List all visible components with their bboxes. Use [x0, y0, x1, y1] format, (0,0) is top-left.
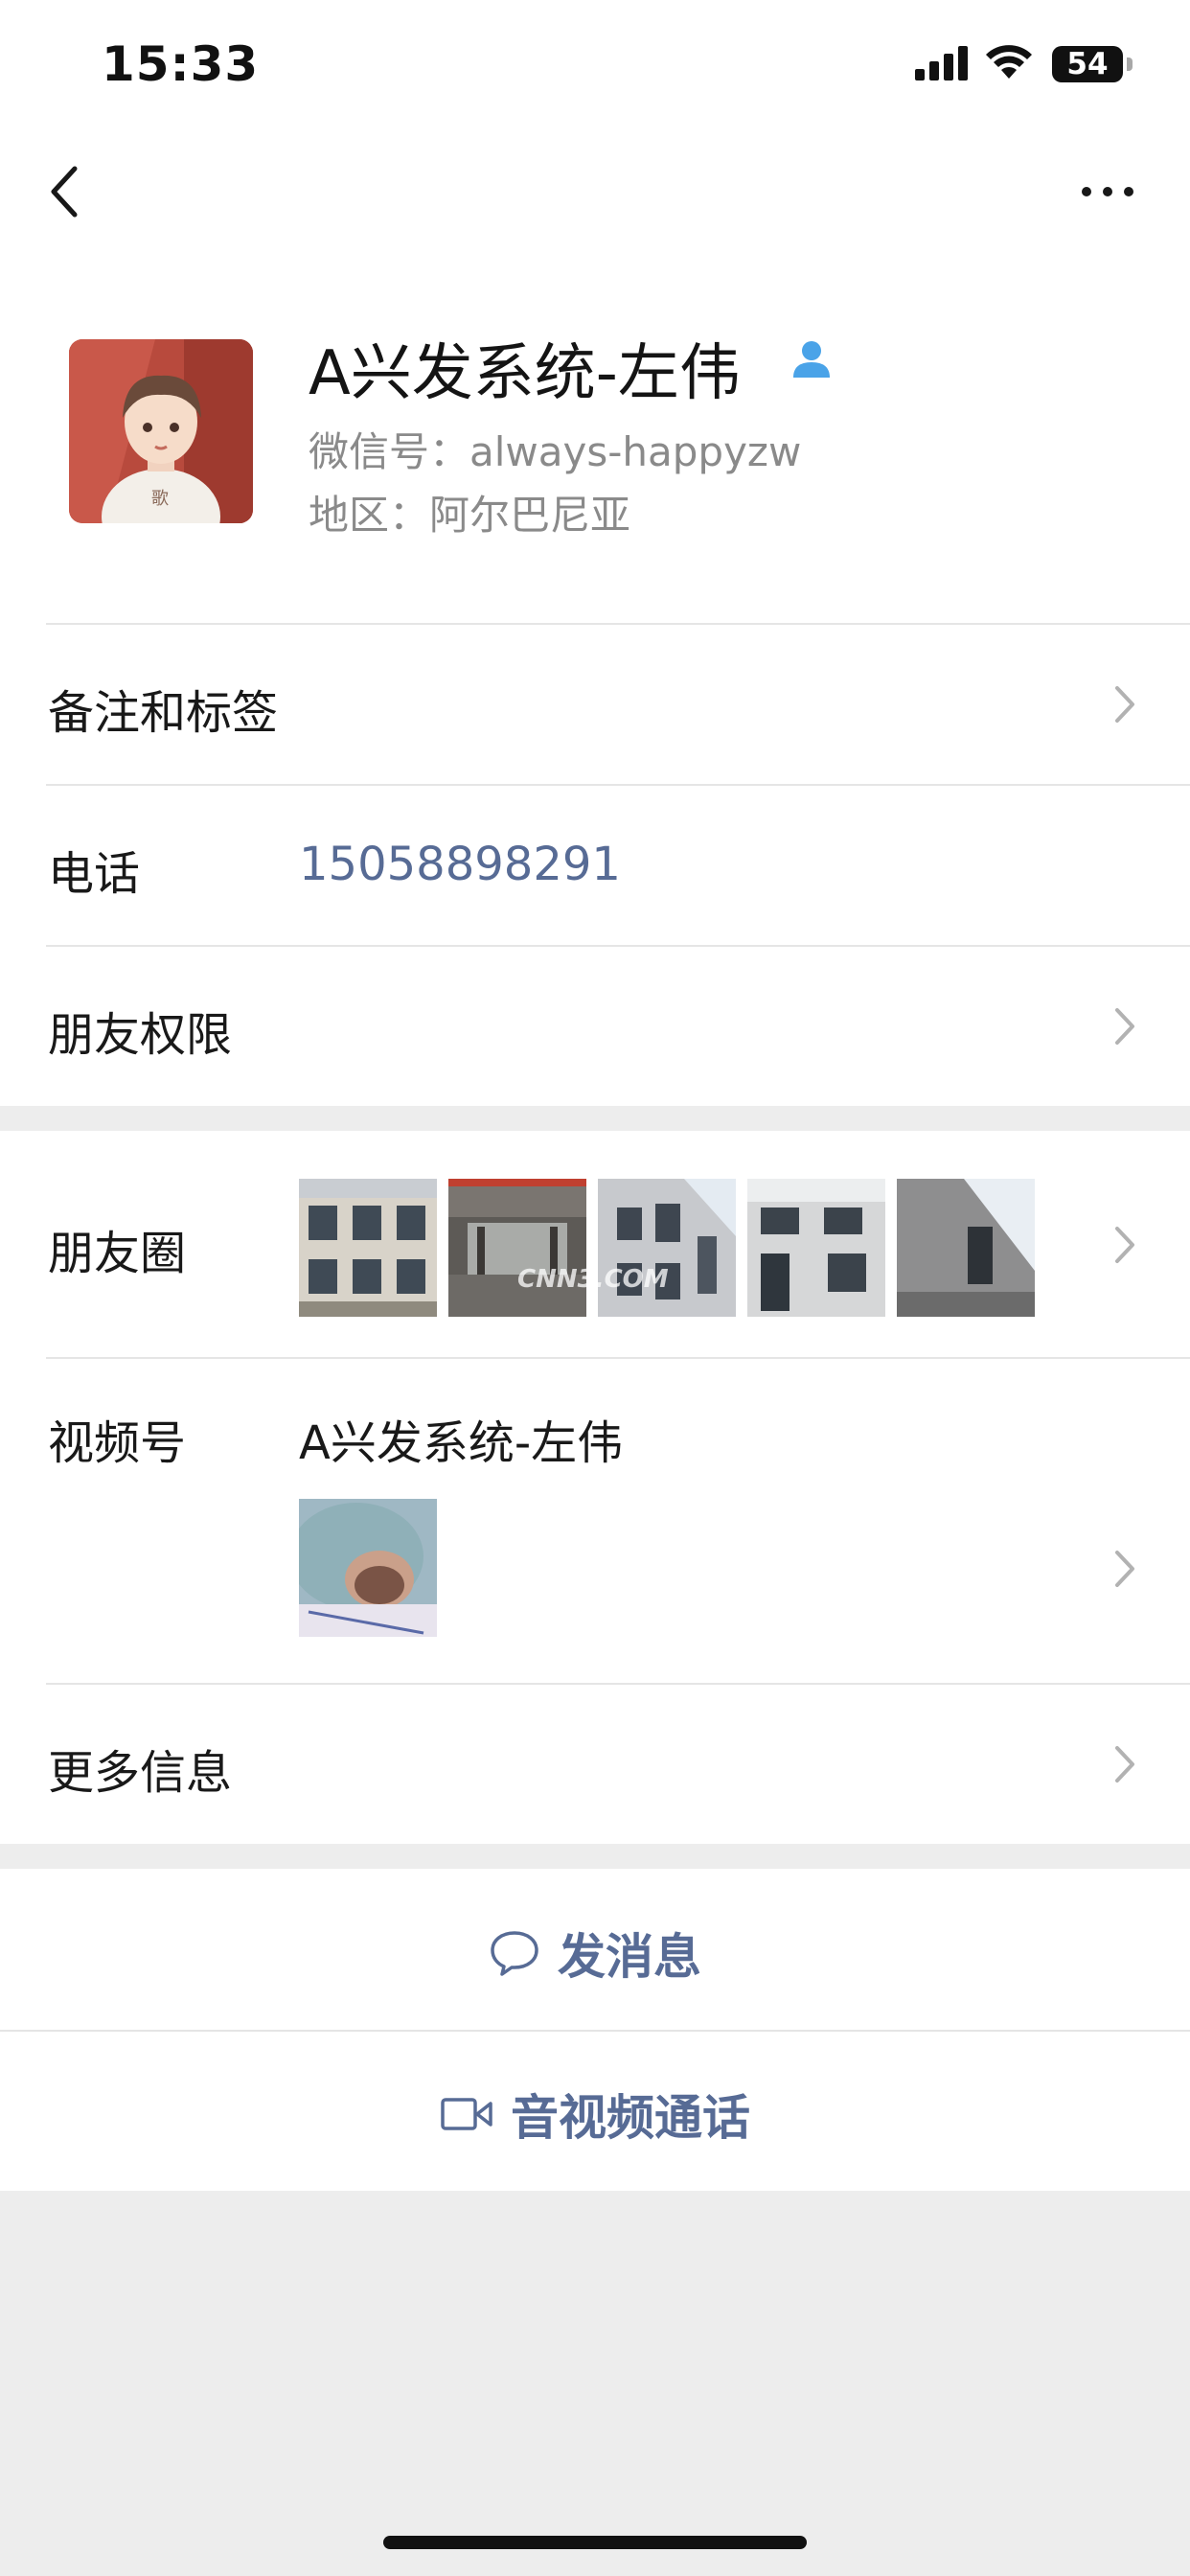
- moments-photo: [747, 1179, 885, 1317]
- more-info-label: 更多信息: [48, 1746, 233, 1800]
- channels-label: 视频号: [48, 1416, 187, 1470]
- home-indicator: [383, 2536, 807, 2549]
- contact-info-group: 备注和标签 电话 15058898291 朋友权限: [0, 623, 1190, 1106]
- more-info-row[interactable]: 更多信息: [0, 1683, 1190, 1844]
- remarks-and-tags-row[interactable]: 备注和标签: [0, 623, 1190, 784]
- moments-photo: [448, 1179, 586, 1317]
- channels-row[interactable]: 视频号 A兴发系统-左伟: [0, 1357, 1190, 1683]
- permissions-label: 朋友权限: [48, 1008, 233, 1062]
- chevron-left-icon[interactable]: [46, 163, 84, 220]
- wifi-icon: [986, 45, 1032, 79]
- social-group: 朋友圈 CNN3.COM 视频号 A兴发系统-左伟 更多信息: [0, 1131, 1190, 1844]
- phone-number-link[interactable]: 15058898291: [299, 838, 621, 891]
- chevron-right-icon: [1115, 1008, 1134, 1045]
- avatar[interactable]: 歌: [69, 339, 253, 523]
- channels-name: A兴发系统-左伟: [299, 1416, 624, 1470]
- moments-photo: [299, 1179, 437, 1317]
- send-message-label: 发消息: [558, 1929, 701, 1985]
- friend-permissions-row[interactable]: 朋友权限: [0, 945, 1190, 1106]
- status-time: 15:33: [102, 36, 260, 92]
- chevron-right-icon: [1115, 1746, 1134, 1782]
- contact-name: A兴发系统-左伟: [309, 338, 741, 409]
- phone-row: 电话 15058898291: [0, 784, 1190, 945]
- send-message-button[interactable]: 发消息: [0, 1869, 1190, 2030]
- avatar-badge: 歌: [151, 489, 169, 509]
- battery-icon: 54: [1052, 46, 1133, 82]
- wechat-id: 微信号：always-happyzw: [309, 428, 802, 475]
- channels-thumbnail: [299, 1499, 437, 1637]
- chevron-right-icon: [1115, 1227, 1134, 1263]
- remarks-label: 备注和标签: [48, 686, 279, 740]
- chevron-right-icon: [1115, 1551, 1134, 1587]
- battery-level: 54: [1066, 47, 1109, 81]
- moments-label: 朋友圈: [48, 1227, 187, 1280]
- navigation-bar: [0, 134, 1190, 259]
- status-bar: 15:33 54: [0, 0, 1190, 134]
- video-call-label: 音视频通话: [511, 2090, 750, 2146]
- moments-photo: [897, 1179, 1035, 1317]
- cellular-signal-icon: [915, 46, 968, 80]
- ellipsis-icon[interactable]: [1079, 182, 1136, 201]
- phone-label: 电话: [48, 847, 141, 901]
- chat-bubble-icon: [491, 1931, 538, 1976]
- moments-row[interactable]: 朋友圈 CNN3.COM: [0, 1131, 1190, 1357]
- moments-photo: [598, 1179, 736, 1317]
- video-call-button[interactable]: 音视频通话: [0, 2030, 1190, 2191]
- video-camera-icon: [441, 2098, 492, 2130]
- profile-header: 歌 A兴发系统-左伟 微信号：always-happyzw 地区：阿尔巴尼亚: [0, 259, 1190, 623]
- moments-watermark: CNN3.COM: [517, 1265, 669, 1294]
- chevron-right-icon: [1115, 686, 1134, 723]
- region: 地区：阿尔巴尼亚: [309, 492, 631, 539]
- contact-person-icon: [793, 341, 830, 378]
